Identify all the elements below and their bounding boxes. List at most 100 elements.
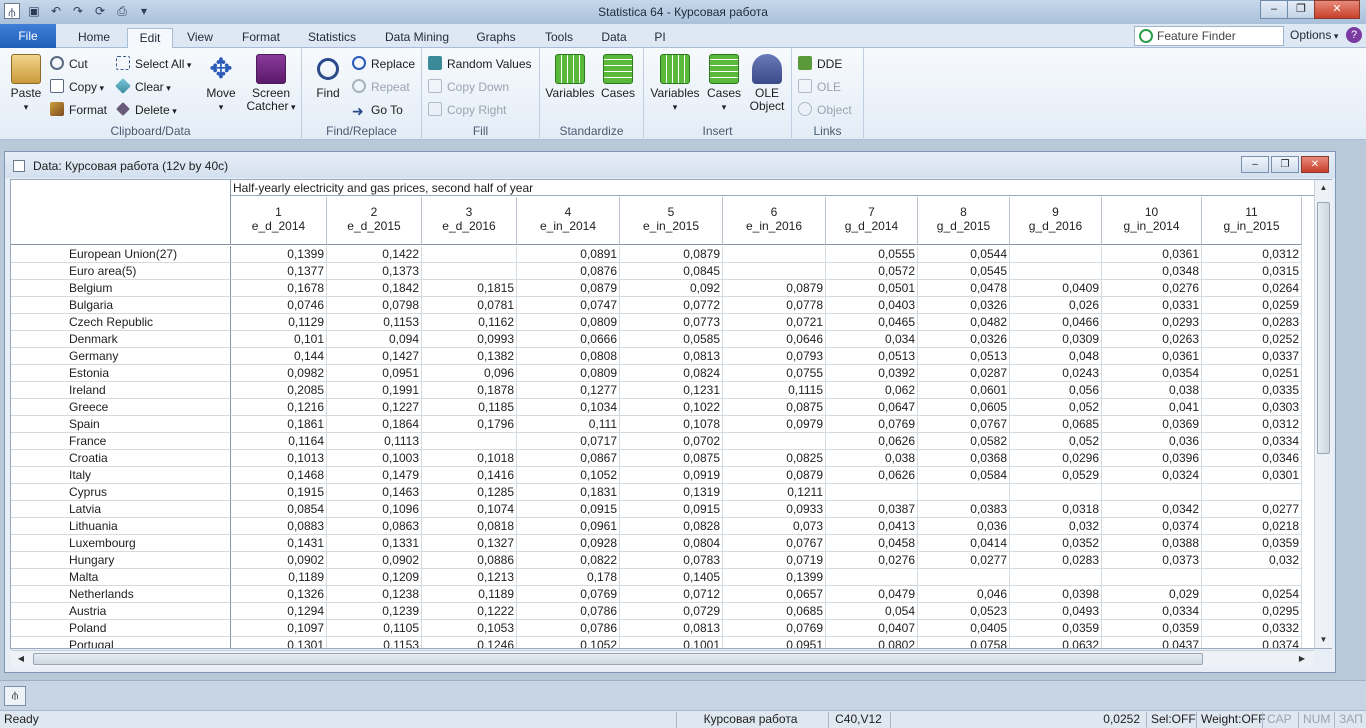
table-cell[interactable]: 0,0354 [1102, 365, 1202, 382]
table-cell[interactable]: 0,0666 [517, 331, 620, 348]
delete-button[interactable]: Delete [116, 100, 177, 120]
table-cell[interactable]: 0,0879 [517, 280, 620, 297]
table-cell[interactable]: 0,1189 [231, 569, 327, 586]
tab-home[interactable]: Home [66, 28, 122, 48]
table-cell[interactable]: 0,0729 [620, 603, 723, 620]
table-cell[interactable]: 0,1162 [422, 314, 517, 331]
table-cell[interactable]: 0,0626 [826, 433, 918, 450]
row-header[interactable]: Austria [11, 603, 231, 620]
table-cell[interactable]: 0,1422 [327, 246, 422, 263]
minimize-button[interactable]: – [1260, 0, 1288, 19]
table-cell[interactable]: 0,1331 [327, 535, 422, 552]
table-cell[interactable]: 0,1991 [327, 382, 422, 399]
table-cell[interactable]: 0,0374 [1202, 637, 1302, 648]
table-cell[interactable]: 0,1285 [422, 484, 517, 501]
table-cell[interactable]: 0,0383 [918, 501, 1010, 518]
row-header[interactable]: Denmark [11, 331, 231, 348]
table-cell[interactable]: 0,0373 [1102, 552, 1202, 569]
table-cell[interactable]: 0,1231 [620, 382, 723, 399]
table-cell[interactable]: 0,1034 [517, 399, 620, 416]
table-cell[interactable]: 0,1153 [327, 314, 422, 331]
table-cell[interactable]: 0,1842 [327, 280, 422, 297]
table-cell[interactable]: 0,0928 [517, 535, 620, 552]
column-header[interactable]: 11 g_in_2015 [1202, 197, 1302, 245]
table-cell[interactable]: 0,036 [1102, 433, 1202, 450]
table-cell[interactable]: 0,1164 [231, 433, 327, 450]
table-cell[interactable]: 0,0883 [231, 518, 327, 535]
table-cell[interactable]: 0,1246 [422, 637, 517, 648]
row-header[interactable]: Germany [11, 348, 231, 365]
column-header[interactable]: 8 g_d_2015 [918, 197, 1010, 245]
table-cell[interactable]: 0,0361 [1102, 246, 1202, 263]
table-cell[interactable]: 0,0293 [1102, 314, 1202, 331]
table-cell[interactable]: 0,0335 [1202, 382, 1302, 399]
table-cell[interactable]: 0,0809 [517, 365, 620, 382]
table-cell[interactable]: 0,1399 [231, 246, 327, 263]
help-icon[interactable]: ? [1346, 27, 1362, 43]
row-header[interactable]: France [11, 433, 231, 450]
row-header[interactable]: Belgium [11, 280, 231, 297]
table-cell[interactable]: 0,0396 [1102, 450, 1202, 467]
table-cell[interactable]: 0,1074 [422, 501, 517, 518]
table-cell[interactable]: 0,0845 [620, 263, 723, 280]
table-cell[interactable] [1010, 569, 1102, 586]
table-cell[interactable]: 0,0277 [1202, 501, 1302, 518]
row-header[interactable]: Hungary [11, 552, 231, 569]
table-cell[interactable]: 0,056 [1010, 382, 1102, 399]
table-cell[interactable]: 0,1115 [723, 382, 826, 399]
table-cell[interactable]: 0,0544 [918, 246, 1010, 263]
dde-button[interactable]: DDE [798, 54, 842, 74]
table-cell[interactable]: 0,0632 [1010, 637, 1102, 648]
sheet-restore-button[interactable]: ❐ [1271, 156, 1299, 173]
tab-format[interactable]: Format [232, 28, 290, 48]
row-header[interactable]: Euro area(5) [11, 263, 231, 280]
column-header[interactable]: 7 g_d_2014 [826, 197, 918, 245]
table-cell[interactable]: 0,0352 [1010, 535, 1102, 552]
table-cell[interactable]: 0,0802 [826, 637, 918, 648]
table-cell[interactable]: 0,0786 [517, 620, 620, 637]
table-cell[interactable]: 0,0283 [1202, 314, 1302, 331]
table-cell[interactable] [422, 263, 517, 280]
table-cell[interactable]: 0,0647 [826, 399, 918, 416]
workbook-tab-icon[interactable]: ⫛ [4, 686, 26, 706]
table-cell[interactable]: 0,0657 [723, 586, 826, 603]
column-header[interactable]: 6 e_in_2016 [723, 197, 826, 245]
goto-button[interactable]: ➜ Go To [352, 100, 403, 120]
table-cell[interactable]: 0,0854 [231, 501, 327, 518]
table-cell[interactable]: 0,0493 [1010, 603, 1102, 620]
table-cell[interactable]: 0,1301 [231, 637, 327, 648]
table-cell[interactable]: 0,0513 [826, 348, 918, 365]
tab-statistics[interactable]: Statistics [298, 28, 366, 48]
table-cell[interactable]: 0,0646 [723, 331, 826, 348]
table-cell[interactable]: 0,1416 [422, 467, 517, 484]
table-cell[interactable]: 0,1382 [422, 348, 517, 365]
select-all-button[interactable]: Select All [116, 54, 191, 74]
table-cell[interactable] [422, 246, 517, 263]
table-cell[interactable]: 0,1185 [422, 399, 517, 416]
table-cell[interactable] [1010, 246, 1102, 263]
table-cell[interactable]: 0,054 [826, 603, 918, 620]
table-cell[interactable]: 0,0405 [918, 620, 1010, 637]
table-cell[interactable]: 0,048 [1010, 348, 1102, 365]
table-cell[interactable] [1102, 569, 1202, 586]
table-cell[interactable]: 0,0773 [620, 314, 723, 331]
table-cell[interactable]: 0,1113 [327, 433, 422, 450]
table-cell[interactable]: 0,038 [826, 450, 918, 467]
table-cell[interactable]: 0,0392 [826, 365, 918, 382]
table-cell[interactable]: 0,1239 [327, 603, 422, 620]
table-cell[interactable]: 0,0368 [918, 450, 1010, 467]
row-header[interactable]: European Union(27) [11, 246, 231, 263]
table-cell[interactable]: 0,0387 [826, 501, 918, 518]
table-cell[interactable]: 0,0545 [918, 263, 1010, 280]
table-cell[interactable]: 0,0276 [1102, 280, 1202, 297]
table-cell[interactable]: 0,062 [826, 382, 918, 399]
table-cell[interactable]: 0,1864 [327, 416, 422, 433]
table-cell[interactable]: 0,0326 [918, 331, 1010, 348]
standardize-cases-button[interactable]: Cases [598, 54, 638, 100]
table-cell[interactable]: 0,0277 [918, 552, 1010, 569]
table-cell[interactable]: 0,0879 [620, 246, 723, 263]
table-cell[interactable]: 0,1319 [620, 484, 723, 501]
table-cell[interactable] [723, 263, 826, 280]
table-cell[interactable]: 0,1189 [422, 586, 517, 603]
table-cell[interactable]: 0,1796 [422, 416, 517, 433]
